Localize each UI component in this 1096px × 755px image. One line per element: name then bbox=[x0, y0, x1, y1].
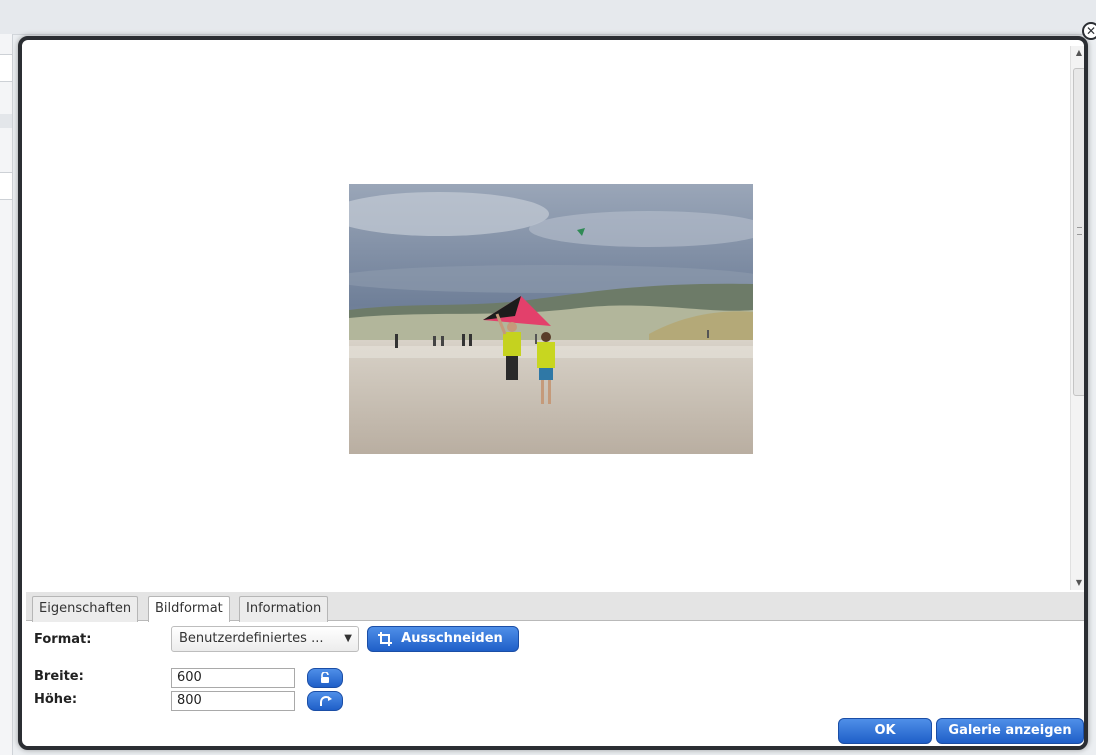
tab-bar: Eigenschaften Bildformat Information bbox=[26, 592, 1084, 622]
background-input-fragment bbox=[0, 172, 13, 200]
background-page-edge bbox=[0, 34, 13, 755]
unlock-icon bbox=[321, 672, 329, 683]
rotate-button[interactable] bbox=[307, 691, 343, 711]
format-selected-value: Benutzerdefiniertes ... bbox=[179, 631, 324, 646]
preview-image bbox=[349, 184, 753, 454]
crop-icon bbox=[378, 632, 392, 646]
close-button[interactable]: ✕ bbox=[1082, 22, 1096, 40]
settings-panel: Eigenschaften Bildformat Information For… bbox=[26, 592, 1084, 746]
grip-icon bbox=[1077, 227, 1082, 235]
crop-button[interactable]: Ausschneiden bbox=[367, 626, 519, 652]
width-label: Breite: bbox=[34, 669, 84, 684]
background-toolbar bbox=[0, 0, 1096, 35]
tab-bildformat[interactable]: Bildformat bbox=[148, 596, 230, 622]
scroll-down-icon[interactable]: ▼ bbox=[1071, 576, 1084, 590]
crop-button-label: Ausschneiden bbox=[401, 631, 503, 646]
rotate-icon bbox=[320, 696, 332, 706]
chevron-down-icon: ▼ bbox=[344, 633, 352, 644]
preview-scrollbar[interactable]: ▲ ▼ bbox=[1070, 46, 1084, 590]
tab-eigenschaften[interactable]: Eigenschaften bbox=[32, 596, 139, 622]
scroll-up-icon[interactable]: ▲ bbox=[1071, 46, 1084, 60]
ok-button[interactable]: OK bbox=[838, 718, 932, 744]
scrollbar-thumb[interactable] bbox=[1073, 68, 1084, 396]
tab-information[interactable]: Information bbox=[239, 596, 329, 622]
background-input-fragment bbox=[0, 54, 13, 82]
image-dialog: ▲ ▼ Eigenschaften Bildformat Information… bbox=[18, 36, 1088, 750]
show-gallery-button[interactable]: Galerie anzeigen bbox=[936, 718, 1084, 744]
height-input[interactable]: 800 bbox=[171, 691, 295, 711]
background-band bbox=[0, 114, 12, 128]
format-label: Format: bbox=[34, 632, 92, 647]
format-select[interactable]: Benutzerdefiniertes ... ▼ bbox=[171, 626, 359, 652]
close-icon: ✕ bbox=[1085, 24, 1096, 38]
aspect-lock-button[interactable] bbox=[307, 668, 343, 688]
image-preview-area bbox=[26, 44, 1070, 592]
height-label: Höhe: bbox=[34, 692, 78, 707]
width-input[interactable]: 600 bbox=[171, 668, 295, 688]
